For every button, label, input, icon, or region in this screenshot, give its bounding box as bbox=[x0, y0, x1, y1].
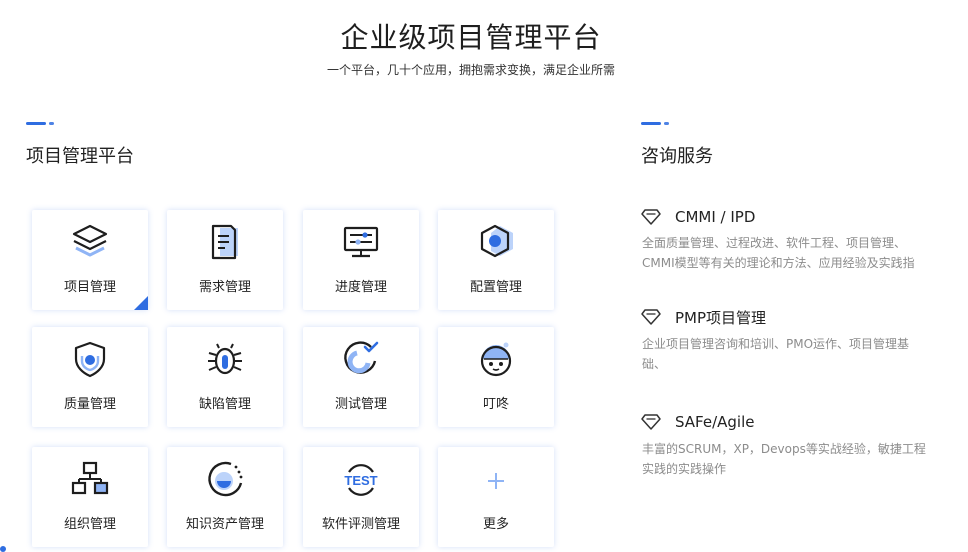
consulting-item-title: SAFe/Agile bbox=[675, 413, 755, 431]
consulting-item-safe-agile[interactable]: SAFe/Agile bbox=[641, 412, 755, 432]
card-label: 组织管理 bbox=[63, 517, 116, 532]
consulting-item-title: CMMI / IPD bbox=[675, 208, 756, 226]
card-project-management[interactable]: 项目管理 bbox=[32, 210, 148, 310]
monitor-icon bbox=[341, 222, 381, 262]
card-label: 叮咚 bbox=[482, 397, 509, 412]
card-software-evaluation-management[interactable]: TEST 软件评测管理 bbox=[303, 447, 419, 547]
diamond-icon bbox=[641, 209, 661, 225]
check-gauge-icon bbox=[341, 339, 381, 379]
card-label: 软件评测管理 bbox=[321, 517, 400, 532]
bug-icon bbox=[205, 339, 245, 379]
consulting-item-desc: 丰富的SCRUM，XP，Devops等实战经验，敏捷工程实践的实践操作 bbox=[642, 442, 926, 476]
card-label: 缺陷管理 bbox=[198, 397, 251, 412]
consulting-item-pmp[interactable]: PMP项目管理 bbox=[641, 307, 766, 327]
card-label: 测试管理 bbox=[334, 397, 387, 412]
diamond-icon bbox=[641, 309, 661, 325]
card-label: 项目管理 bbox=[63, 280, 116, 295]
card-configuration-management[interactable]: 配置管理 bbox=[438, 210, 554, 310]
test-icon: TEST bbox=[341, 459, 381, 499]
card-dingdong[interactable]: 叮咚 bbox=[438, 327, 554, 427]
hexagon-icon bbox=[476, 222, 516, 262]
card-label: 更多 bbox=[482, 517, 509, 532]
consulting-item-desc: 全面质量管理、过程改进、软件工程、项目管理、CMMI模型等有关的理论和方法、应用… bbox=[642, 236, 915, 270]
card-label: 质量管理 bbox=[63, 397, 116, 412]
card-label: 配置管理 bbox=[469, 280, 522, 295]
active-corner-marker bbox=[134, 296, 148, 310]
card-label: 进度管理 bbox=[334, 280, 387, 295]
consulting-item-desc: 企业项目管理咨询和培训、PMO运作、项目管理基础、 bbox=[642, 337, 910, 371]
plus-icon bbox=[476, 459, 516, 499]
consulting-item-title: PMP项目管理 bbox=[675, 308, 767, 327]
shield-icon bbox=[70, 339, 110, 379]
card-quality-management[interactable]: 质量管理 bbox=[32, 327, 148, 427]
section-accent-consulting bbox=[641, 122, 669, 125]
platform-section-title: 项目管理平台 bbox=[26, 146, 134, 167]
layers-icon bbox=[70, 222, 110, 262]
diamond-icon bbox=[641, 414, 661, 430]
edge-dot bbox=[0, 546, 6, 552]
card-organization-management[interactable]: 组织管理 bbox=[32, 447, 148, 547]
card-defect-management[interactable]: 缺陷管理 bbox=[167, 327, 283, 427]
mascot-icon bbox=[476, 339, 516, 379]
consulting-item-cmmi[interactable]: CMMI / IPD bbox=[641, 207, 755, 227]
section-accent-platform bbox=[26, 122, 54, 125]
svg-text:TEST: TEST bbox=[344, 473, 377, 488]
knowledge-icon bbox=[205, 459, 245, 499]
card-knowledge-asset-management[interactable]: 知识资产管理 bbox=[167, 447, 283, 547]
card-more[interactable]: 更多 bbox=[438, 447, 554, 547]
org-chart-icon bbox=[70, 459, 110, 499]
card-test-management[interactable]: 测试管理 bbox=[303, 327, 419, 427]
card-label: 知识资产管理 bbox=[185, 517, 264, 532]
card-schedule-management[interactable]: 进度管理 bbox=[303, 210, 419, 310]
card-label: 需求管理 bbox=[198, 280, 251, 295]
card-requirements-management[interactable]: 需求管理 bbox=[167, 210, 283, 310]
page-title: 企业级项目管理平台 bbox=[340, 21, 602, 54]
consulting-section-title: 咨询服务 bbox=[641, 146, 713, 167]
page-subtitle: 一个平台，几十个应用，拥抱需求变换，满足企业所需 bbox=[326, 63, 615, 77]
document-icon bbox=[205, 222, 245, 262]
